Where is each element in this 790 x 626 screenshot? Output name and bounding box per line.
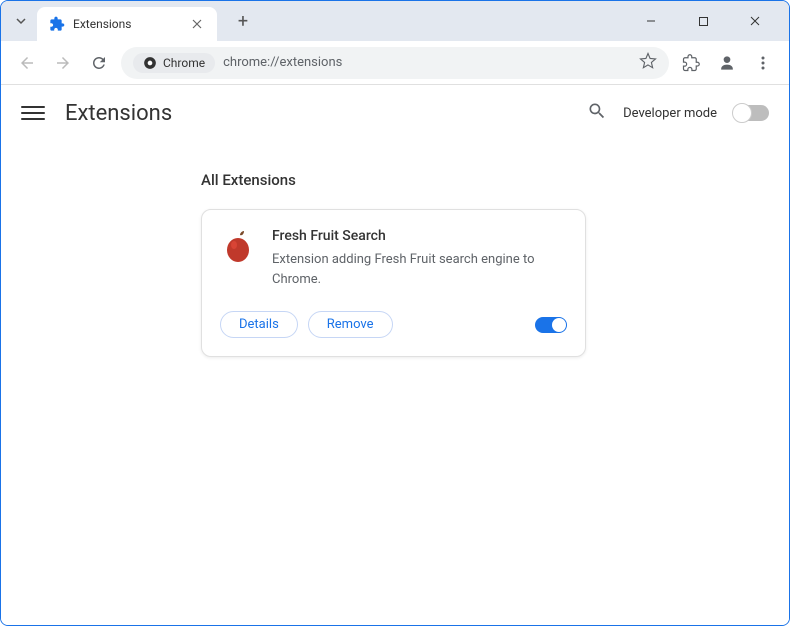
search-icon[interactable]: [587, 101, 607, 125]
url-text: chrome://extensions: [223, 55, 342, 70]
tab-title: Extensions: [73, 17, 181, 31]
menu-icon[interactable]: [749, 49, 777, 77]
extension-card: Fresh Fruit Search Extension adding Fres…: [201, 209, 586, 357]
section-title: All Extensions: [201, 171, 789, 189]
page-content: Extensions Developer mode All Extensions: [1, 85, 789, 625]
remove-button[interactable]: Remove: [308, 311, 393, 338]
apple-icon: [220, 228, 256, 264]
page-title: Extensions: [65, 101, 172, 126]
chrome-chip: Chrome: [133, 53, 215, 73]
address-bar[interactable]: Chrome chrome://extensions: [121, 47, 669, 79]
tab-dropdown-button[interactable]: [9, 9, 33, 33]
details-button[interactable]: Details: [220, 311, 298, 338]
reload-button[interactable]: [85, 49, 113, 77]
back-button[interactable]: [13, 49, 41, 77]
hamburger-menu-icon[interactable]: [21, 101, 45, 125]
new-tab-button[interactable]: +: [229, 7, 257, 35]
title-bar: Extensions +: [1, 1, 789, 41]
extension-description: Extension adding Fresh Fruit search engi…: [272, 250, 567, 289]
extension-name: Fresh Fruit Search: [272, 228, 567, 244]
forward-button[interactable]: [49, 49, 77, 77]
toolbar: Chrome chrome://extensions: [1, 41, 789, 85]
bookmark-icon[interactable]: [639, 52, 657, 74]
chrome-chip-label: Chrome: [163, 56, 205, 70]
page-header: Extensions Developer mode: [1, 85, 789, 141]
chrome-icon: [143, 56, 157, 70]
puzzle-icon: [49, 16, 65, 32]
close-tab-icon[interactable]: [189, 16, 205, 32]
extension-enable-toggle[interactable]: [535, 317, 567, 333]
developer-mode-toggle[interactable]: [733, 105, 769, 121]
minimize-button[interactable]: [633, 7, 669, 35]
extensions-icon[interactable]: [677, 49, 705, 77]
close-window-button[interactable]: [737, 7, 773, 35]
maximize-button[interactable]: [685, 7, 721, 35]
window-controls: [633, 7, 781, 35]
profile-icon[interactable]: [713, 49, 741, 77]
developer-mode-label: Developer mode: [623, 106, 717, 121]
browser-tab[interactable]: Extensions: [37, 7, 217, 41]
